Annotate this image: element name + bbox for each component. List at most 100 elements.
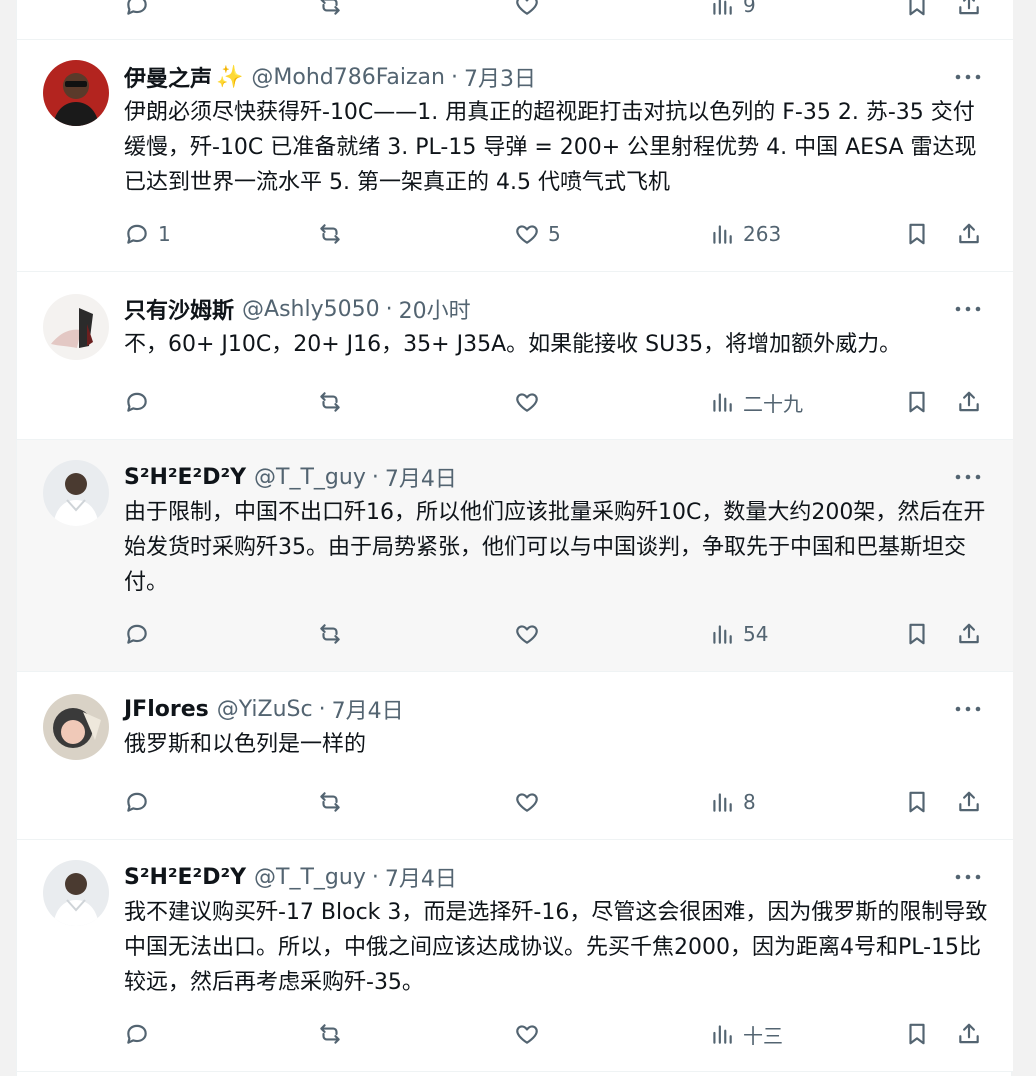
more-options-button[interactable] bbox=[953, 462, 983, 492]
timestamp[interactable]: 7月4日 bbox=[385, 461, 457, 493]
tweet-actions: 二十九 bbox=[124, 387, 990, 417]
bookmark-icon bbox=[909, 223, 925, 245]
reply-button[interactable] bbox=[124, 0, 158, 20]
bookmark-button[interactable] bbox=[904, 0, 930, 20]
views-count: 9 bbox=[743, 0, 756, 17]
tweet-text: 俄罗斯和以色列是一样的 bbox=[124, 732, 367, 757]
more-options-button[interactable] bbox=[953, 62, 983, 92]
share-icon bbox=[959, 791, 979, 812]
like-button[interactable] bbox=[514, 619, 548, 649]
display-name[interactable]: 只有沙姆斯 bbox=[124, 293, 234, 325]
like-button[interactable] bbox=[514, 787, 548, 817]
views-button[interactable]: 54 bbox=[709, 619, 768, 649]
user-handle[interactable]: @T_T_guy bbox=[254, 865, 366, 890]
avatar[interactable] bbox=[43, 294, 109, 360]
reply-count: 1 bbox=[158, 222, 171, 246]
retweet-button[interactable] bbox=[317, 787, 351, 817]
retweet-button[interactable] bbox=[317, 0, 351, 20]
reply-button[interactable] bbox=[124, 787, 158, 817]
user-handle[interactable]: @T_T_guy bbox=[254, 465, 366, 490]
user-handle[interactable]: @Mohd786Faizan bbox=[251, 65, 445, 90]
share-icon bbox=[959, 1023, 979, 1044]
bookmark-icon bbox=[909, 391, 925, 413]
separator-dot: · bbox=[318, 696, 326, 722]
views-button[interactable]: 二十九 bbox=[709, 387, 803, 417]
display-name[interactable]: S²H²E²D²Y bbox=[124, 865, 246, 890]
reply-button[interactable] bbox=[124, 1019, 158, 1049]
display-name[interactable]: S²H²E²D²Y bbox=[124, 465, 246, 490]
timestamp[interactable]: 7月4日 bbox=[332, 693, 404, 725]
views-button[interactable]: 十三 bbox=[709, 1019, 783, 1049]
tweet-card[interactable]: 只有沙姆斯 @Ashly5050 · 20小时 不，60+ J10C，20+ J… bbox=[17, 272, 1013, 440]
bookmark-button[interactable] bbox=[904, 619, 930, 649]
tweet-card[interactable]: S²H²E²D²Y @T_T_guy · 7月4日 由于限制，中国不出口歼16，… bbox=[17, 440, 1013, 672]
tweet-card[interactable]: S²H²E²D²Y @T_T_guy · 7月4日 我不建议购买歼-17 Blo… bbox=[17, 840, 1013, 1072]
reply-button[interactable] bbox=[124, 387, 158, 417]
user-handle[interactable]: @Ashly5050 bbox=[242, 297, 380, 322]
timestamp[interactable]: 20小时 bbox=[399, 293, 471, 325]
retweet-icon bbox=[320, 792, 340, 812]
retweet-button[interactable] bbox=[317, 619, 351, 649]
bookmark-icon bbox=[909, 0, 925, 16]
more-options-button[interactable] bbox=[953, 294, 983, 324]
more-options-button[interactable] bbox=[953, 694, 983, 724]
separator-dot: · bbox=[450, 64, 458, 90]
bookmark-button[interactable] bbox=[904, 787, 930, 817]
share-button[interactable] bbox=[956, 219, 982, 249]
views-button[interactable]: 9 bbox=[709, 0, 756, 20]
avatar[interactable] bbox=[43, 60, 109, 126]
tweet-actions: 54 bbox=[124, 619, 990, 649]
views-icon bbox=[713, 225, 732, 244]
retweet-button[interactable] bbox=[317, 1019, 351, 1049]
display-name[interactable]: 伊曼之声 bbox=[124, 61, 212, 93]
share-button[interactable] bbox=[956, 619, 982, 649]
like-button[interactable] bbox=[514, 1019, 548, 1049]
timeline-feed: 9 伊曼之声 ✨ @Mohd786Faizan · 7月3日 伊朗必须尽快获得歼… bbox=[16, 0, 1013, 1076]
reply-icon bbox=[127, 1024, 147, 1044]
like-button[interactable] bbox=[514, 0, 548, 20]
like-button[interactable] bbox=[514, 387, 548, 417]
tweet-card[interactable]: 9 bbox=[17, 0, 1013, 40]
separator-dot: · bbox=[371, 864, 379, 890]
bookmark-button[interactable] bbox=[904, 219, 930, 249]
reply-icon bbox=[127, 0, 147, 15]
tweet-actions: 8 bbox=[124, 787, 990, 817]
views-button[interactable]: 263 bbox=[709, 219, 781, 249]
like-icon bbox=[516, 393, 538, 412]
more-icon bbox=[955, 706, 981, 712]
share-icon bbox=[959, 0, 979, 15]
tweet-card[interactable]: 伊曼之声 ✨ @Mohd786Faizan · 7月3日 伊朗必须尽快获得歼-1… bbox=[17, 40, 1013, 272]
avatar[interactable] bbox=[43, 860, 109, 926]
tweet-actions: 十三 bbox=[124, 1019, 990, 1049]
reply-icon bbox=[127, 392, 147, 412]
avatar[interactable] bbox=[43, 460, 109, 526]
share-button[interactable] bbox=[956, 787, 982, 817]
like-button[interactable]: 5 bbox=[514, 219, 561, 249]
views-icon bbox=[713, 393, 732, 412]
retweet-button[interactable] bbox=[317, 219, 351, 249]
tweet-text: 由于限制，中国不出口歼16，所以他们应该批量采购歼10C，数量大约200架，然后… bbox=[124, 500, 986, 595]
more-options-button[interactable] bbox=[953, 862, 983, 892]
tweet-header: JFlores @YiZuSc · 7月4日 bbox=[124, 693, 404, 725]
reply-button[interactable] bbox=[124, 619, 158, 649]
avatar[interactable] bbox=[43, 694, 109, 760]
views-count: 54 bbox=[743, 622, 769, 646]
share-button[interactable] bbox=[956, 387, 982, 417]
bookmark-button[interactable] bbox=[904, 1019, 930, 1049]
tweet-header: S²H²E²D²Y @T_T_guy · 7月4日 bbox=[124, 461, 457, 493]
user-handle[interactable]: @YiZuSc bbox=[217, 697, 313, 722]
share-button[interactable] bbox=[956, 1019, 982, 1049]
share-button[interactable] bbox=[956, 0, 982, 20]
retweet-button[interactable] bbox=[317, 387, 351, 417]
display-name[interactable]: JFlores bbox=[124, 697, 209, 722]
timestamp[interactable]: 7月4日 bbox=[385, 861, 457, 893]
reply-icon bbox=[127, 624, 147, 644]
timestamp[interactable]: 7月3日 bbox=[464, 61, 536, 93]
tweet-header: 伊曼之声 ✨ @Mohd786Faizan · 7月3日 bbox=[124, 61, 536, 93]
bookmark-button[interactable] bbox=[904, 387, 930, 417]
like-count: 5 bbox=[548, 222, 561, 246]
views-button[interactable]: 8 bbox=[709, 787, 756, 817]
tweet-card[interactable]: JFlores @YiZuSc · 7月4日 俄罗斯和以色列是一样的 8 bbox=[17, 672, 1013, 840]
reply-button[interactable]: 1 bbox=[124, 219, 171, 249]
views-count: 十三 bbox=[743, 1023, 783, 1048]
